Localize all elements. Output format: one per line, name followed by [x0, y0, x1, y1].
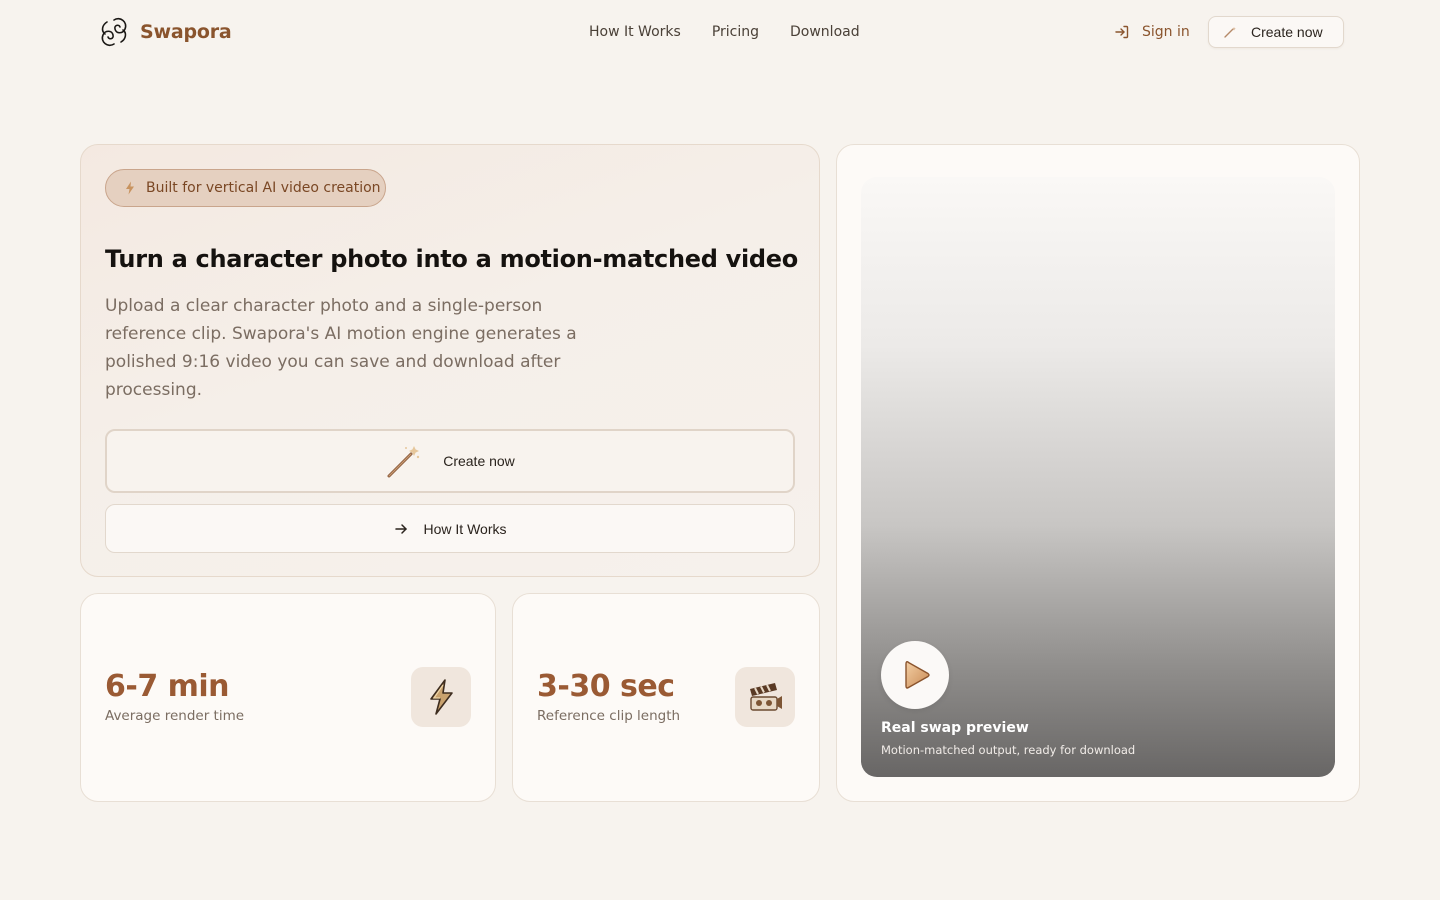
create-now-button[interactable]: Create now	[105, 429, 795, 493]
magic-wand-icon	[1224, 27, 1236, 38]
nav-how-it-works[interactable]: How It Works	[589, 22, 681, 42]
stat-value: 3-30 sec	[537, 669, 675, 704]
magic-wand-icon	[387, 446, 420, 478]
stat-value: 6-7 min	[105, 669, 230, 704]
badge-label: Built for vertical AI video creation	[146, 180, 381, 196]
swirl-logo-icon	[101, 17, 127, 47]
stat-card-clip-length: 3-30 sec Reference clip length	[512, 593, 820, 802]
brand-name: Swapora	[140, 21, 232, 43]
preview-subtitle: Motion-matched output, ready for downloa…	[881, 743, 1136, 757]
hero-description: Upload a clear character photo and a sin…	[105, 296, 577, 400]
lightning-icon	[430, 679, 453, 715]
stat-card-render-time: 6-7 min Average render time	[80, 593, 496, 802]
create-now-label: Create now	[443, 453, 515, 469]
play-icon	[905, 661, 930, 689]
sign-in-label: Sign in	[1142, 24, 1190, 40]
preview-title: Real swap preview	[881, 720, 1029, 736]
lightning-icon	[126, 181, 134, 195]
header-create-now-button[interactable]: Create now	[1208, 16, 1344, 48]
how-it-works-button[interactable]: How It Works	[105, 504, 795, 553]
sign-in-link[interactable]: Sign in	[1114, 22, 1190, 42]
stat-label: Average render time	[105, 708, 245, 724]
header-create-now-label: Create now	[1251, 24, 1323, 40]
stat-label: Reference clip length	[537, 708, 681, 724]
sign-in-icon	[1115, 25, 1129, 39]
stat-icon-tile	[411, 667, 471, 727]
site-header: Swapora How It Works Pricing Download Si…	[0, 0, 1440, 64]
play-button[interactable]	[881, 641, 949, 709]
film-clapper-icon	[750, 683, 782, 711]
video-preview[interactable]: Real swap preview Motion-matched output,…	[861, 177, 1335, 777]
nav-pricing[interactable]: Pricing	[712, 22, 759, 42]
feature-badge: Built for vertical AI video creation	[105, 169, 386, 207]
brand-link[interactable]: Swapora	[98, 14, 232, 50]
stat-icon-tile	[735, 667, 795, 727]
nav-download[interactable]: Download	[790, 22, 860, 42]
main-nav: How It Works Pricing Download	[589, 22, 860, 42]
arrow-right-icon	[394, 523, 407, 534]
how-it-works-label: How It Works	[423, 520, 507, 537]
hero-title: Turn a character photo into a motion-mat…	[105, 245, 798, 273]
preview-card: Real swap preview Motion-matched output,…	[836, 144, 1360, 802]
hero-card: Built for vertical AI video creation Tur…	[80, 144, 820, 577]
